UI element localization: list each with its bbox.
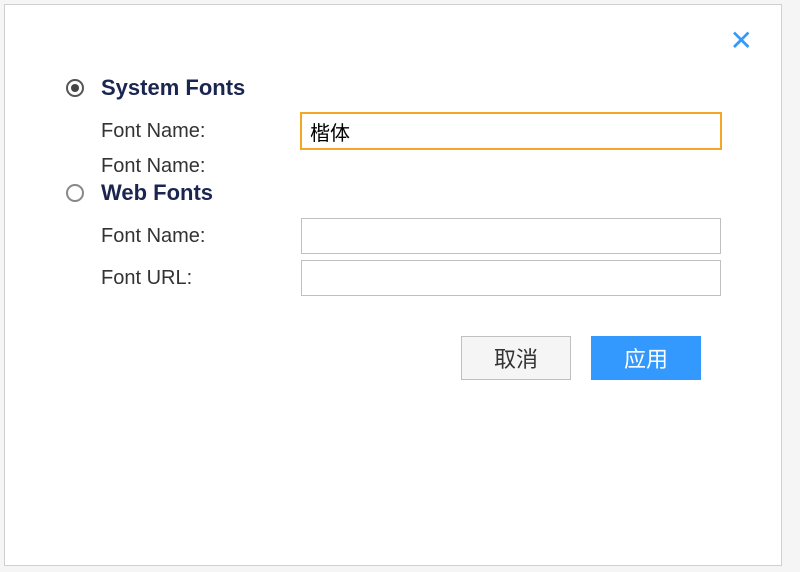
close-icon[interactable]: ✕ [730, 27, 753, 55]
system-fonts-option[interactable]: System Fonts [65, 75, 721, 101]
web-font-name-row: Font Name: [101, 218, 721, 254]
system-font-name-label: Font Name: [101, 120, 301, 143]
system-font-name2-label: Font Name: [101, 155, 301, 178]
web-fonts-option[interactable]: Web Fonts [65, 180, 721, 206]
font-dialog: ✕ System Fonts Font Name: Font Name: Web… [4, 4, 782, 566]
system-font-name-row: Font Name: [101, 113, 721, 149]
system-fonts-title: System Fonts [101, 75, 245, 101]
apply-button[interactable]: 应用 [591, 336, 701, 380]
radio-web-fonts[interactable] [65, 183, 85, 203]
web-font-url-input[interactable] [301, 260, 721, 296]
web-font-url-row: Font URL: [101, 260, 721, 296]
system-font-name-input[interactable] [301, 113, 721, 149]
web-fonts-title: Web Fonts [101, 180, 213, 206]
web-font-name-input[interactable] [301, 218, 721, 254]
radio-system-fonts[interactable] [65, 78, 85, 98]
system-font-name2-row: Font Name: [101, 155, 721, 178]
button-row: 取消 应用 [65, 336, 721, 380]
web-font-name-label: Font Name: [101, 225, 301, 248]
cancel-button[interactable]: 取消 [461, 336, 571, 380]
dialog-content: System Fonts Font Name: Font Name: Web F… [5, 5, 781, 420]
web-font-url-label: Font URL: [101, 267, 301, 290]
